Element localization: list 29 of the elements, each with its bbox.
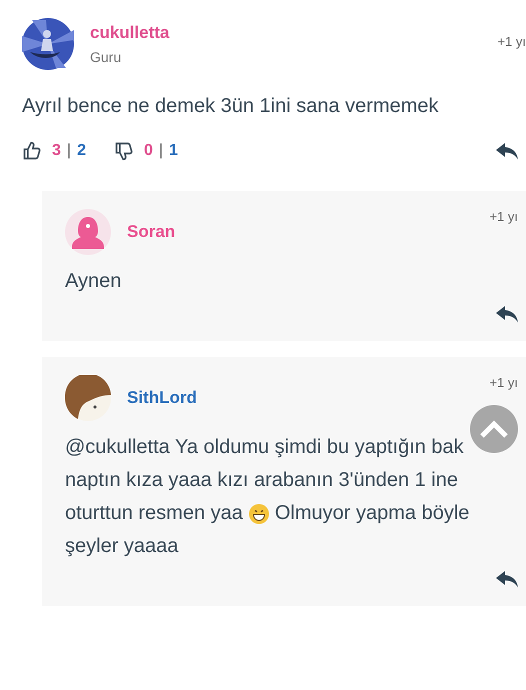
comment-time: +1 yı [489, 209, 518, 224]
grinning-face-icon [248, 504, 269, 524]
avatar-icon [65, 375, 111, 421]
like-count: 2 [77, 142, 86, 160]
comment-time: +1 yı [497, 34, 526, 49]
dislike-count: 1 [169, 142, 178, 160]
comment-time: +1 yı [489, 375, 518, 390]
reply-icon[interactable] [496, 142, 518, 160]
comment-text: naptın kıza yaaa kızı arabanın 3'ünden 1 ine [65, 468, 458, 493]
comment-text: şeyler yaaaa [65, 534, 178, 559]
like-count: 3 [52, 142, 61, 160]
comment-text: Ayrıl bence ne demek 3ün 1ini sana vermemek [22, 94, 440, 119]
user-rank: Guru [90, 49, 122, 65]
author-name[interactable]: Soran [127, 222, 474, 242]
author-name[interactable]: SithLord [127, 388, 474, 408]
dislike-count: 0 [144, 142, 153, 160]
separator: | [158, 142, 164, 160]
avatar-icon [65, 209, 111, 255]
author-name[interactable]: cukulletta [90, 23, 482, 43]
reply-icon[interactable] [496, 306, 518, 323]
chevron-up-icon [479, 419, 509, 439]
reply-icon[interactable] [496, 571, 518, 588]
thumbs-down-icon[interactable] [114, 141, 134, 161]
comment-text: oturttun resmen yaa [65, 501, 243, 526]
comment-text: Aynen [65, 269, 122, 294]
thumbs-up-icon[interactable] [22, 141, 42, 161]
comment-text: @cukulletta Ya oldumu şimdi bu yaptığın bak [65, 435, 464, 460]
comment-text: Olmuyor yapma böyle [274, 501, 470, 526]
separator: | [66, 142, 72, 160]
